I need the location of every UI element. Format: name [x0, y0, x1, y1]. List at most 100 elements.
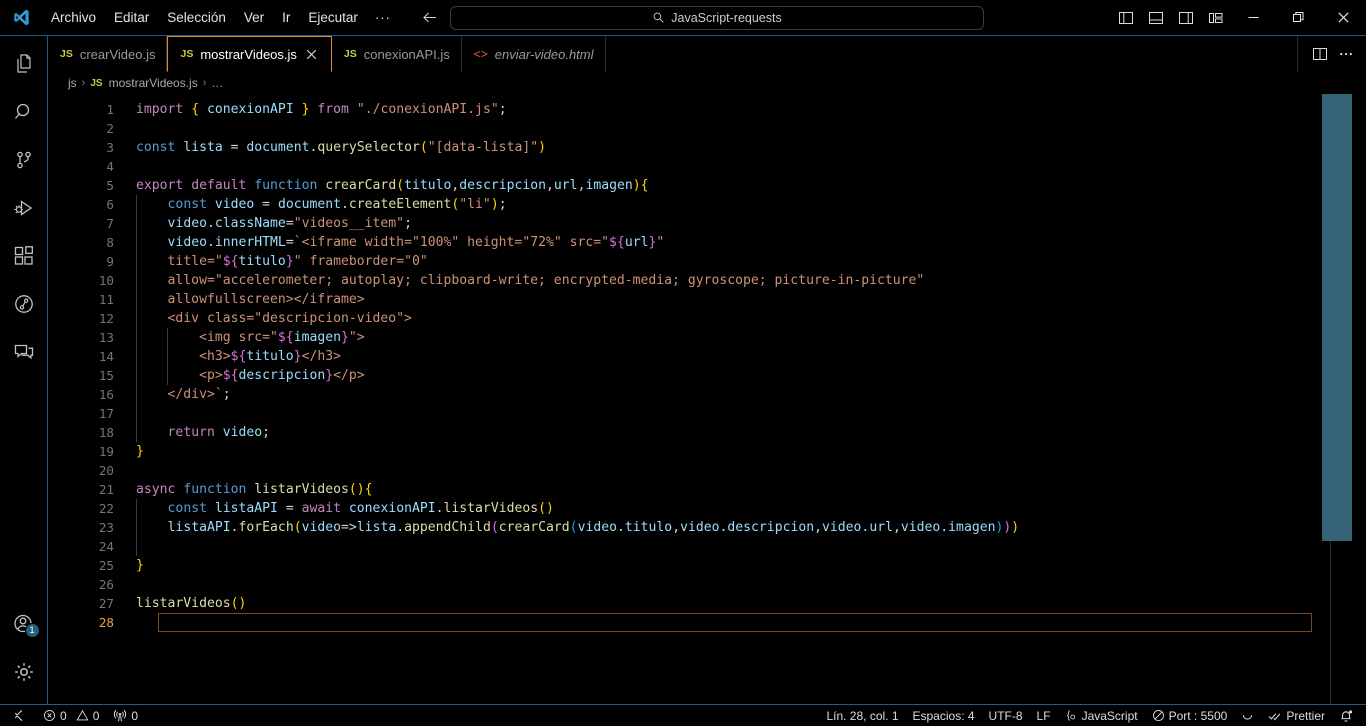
- menu-archivo[interactable]: Archivo: [42, 5, 105, 31]
- code-line[interactable]: 18 return video;: [48, 423, 1322, 442]
- code-line[interactable]: 25}: [48, 556, 1322, 575]
- code-token: =: [222, 140, 247, 155]
- code-line[interactable]: 10 allow="accelerometer; autoplay; clipb…: [48, 271, 1322, 290]
- code-token: .: [396, 520, 405, 535]
- workbench-body: 1 JS crearVideo.js JS mostrarVideos.js J…: [0, 36, 1366, 704]
- sidebar-item-live-share[interactable]: [0, 280, 48, 328]
- code-line[interactable]: 14 <h3>${titulo}</h3>: [48, 347, 1322, 366]
- code-token: ): [490, 197, 499, 212]
- code-line[interactable]: 6 const video = document.createElement("…: [48, 195, 1322, 214]
- sidebar-item-settings[interactable]: [0, 648, 48, 696]
- indent-guide: [136, 271, 137, 290]
- minimap[interactable]: [1322, 94, 1352, 704]
- code-line[interactable]: 17: [48, 404, 1322, 423]
- breadcrumb: js › JS mostrarVideos.js › …: [48, 72, 1366, 94]
- breadcrumb-item-folder[interactable]: js: [68, 76, 77, 90]
- customize-layout-icon[interactable]: [1203, 5, 1229, 31]
- code-line[interactable]: 13 <img src="${imagen}">: [48, 328, 1322, 347]
- code-line[interactable]: 8 video.innerHTML=`<iframe width="100%" …: [48, 233, 1322, 252]
- code-token: ;: [498, 102, 507, 117]
- menu-bar: Archivo Editar Selección Ver Ir Ejecutar…: [42, 0, 399, 35]
- code-token: ${: [222, 368, 239, 383]
- code-line[interactable]: 27 listarVideos(): [48, 594, 1322, 613]
- status-eol[interactable]: LF: [1030, 705, 1058, 726]
- status-encoding[interactable]: UTF-8: [982, 705, 1030, 726]
- code-line[interactable]: 2: [48, 119, 1322, 138]
- activity-bar: 1: [0, 36, 48, 704]
- code-line[interactable]: 28: [48, 613, 1322, 632]
- code-token: video: [301, 520, 342, 535]
- remote-window-indicator[interactable]: [0, 705, 36, 726]
- more-actions-icon[interactable]: [1334, 42, 1358, 66]
- toggle-primary-sidebar-icon[interactable]: [1113, 5, 1139, 31]
- code-token: conexionAPI: [348, 501, 436, 516]
- menu-ir[interactable]: Ir: [273, 5, 299, 31]
- code-line[interactable]: 20: [48, 461, 1322, 480]
- minimize-button[interactable]: [1231, 0, 1276, 35]
- sidebar-item-accounts[interactable]: 1: [0, 600, 48, 648]
- minimap-slider[interactable]: [1322, 94, 1352, 541]
- vertical-scrollbar[interactable]: [1352, 94, 1366, 704]
- status-errors-warnings[interactable]: 0 0: [36, 705, 106, 726]
- restore-button[interactable]: [1276, 0, 1321, 35]
- sidebar-item-search[interactable]: [0, 88, 48, 136]
- code-editor[interactable]: 1 import { conexionAPI } from "./conexion…: [48, 94, 1366, 704]
- close-button[interactable]: [1321, 0, 1366, 35]
- code-line[interactable]: 9 title="${titulo}" frameborder="0": [48, 252, 1322, 271]
- status-live-server-port[interactable]: Port : 5500: [1145, 705, 1235, 726]
- breadcrumb-item-file[interactable]: mostrarVideos.js: [109, 76, 198, 90]
- code-line[interactable]: 3 const lista = document.querySelector("[…: [48, 138, 1322, 157]
- status-notifications[interactable]: [1332, 705, 1360, 726]
- code-line[interactable]: 21 async function listarVideos(){: [48, 480, 1322, 499]
- sidebar-item-explorer[interactable]: [0, 40, 48, 88]
- status-bar: 0 0 0 Lín. 28, col. 1 Espacios: 4 UTF-8 …: [0, 704, 1366, 726]
- status-formatter[interactable]: Prettier: [1261, 705, 1332, 726]
- status-indentation[interactable]: Espacios: 4: [906, 705, 982, 726]
- menu-more-button[interactable]: ···: [367, 5, 399, 31]
- status-cursor-position[interactable]: Lín. 28, col. 1: [819, 705, 905, 726]
- command-center[interactable]: JavaScript-requests: [450, 5, 984, 30]
- code-line[interactable]: 19}: [48, 442, 1322, 461]
- code-line[interactable]: 1 import { conexionAPI } from "./conexion…: [48, 100, 1322, 119]
- status-language-mode[interactable]: JavaScript: [1058, 705, 1145, 726]
- toggle-secondary-sidebar-icon[interactable]: [1173, 5, 1199, 31]
- line-content: [136, 404, 1322, 423]
- tab-crearVideo-js[interactable]: JS crearVideo.js: [48, 36, 168, 72]
- tab-mostrarVideos-js[interactable]: JS mostrarVideos.js: [167, 36, 332, 72]
- back-arrow-icon[interactable]: [417, 5, 443, 31]
- code-line[interactable]: 16 </div>`;: [48, 385, 1322, 404]
- sidebar-item-run-and-debug[interactable]: [0, 184, 48, 232]
- status-ports[interactable]: 0: [106, 705, 145, 726]
- code-scroll-region[interactable]: 1 import { conexionAPI } from "./conexion…: [48, 94, 1322, 704]
- split-editor-right-icon[interactable]: [1308, 42, 1332, 66]
- code-line[interactable]: 23 listaAPI.forEach(video=>lista.appendC…: [48, 518, 1322, 537]
- close-icon[interactable]: [304, 46, 320, 62]
- menu-editar[interactable]: Editar: [105, 5, 158, 31]
- menu-seleccion[interactable]: Selección: [158, 5, 235, 31]
- sidebar-item-extensions[interactable]: [0, 232, 48, 280]
- code-line[interactable]: 15 <p>${descripcion}</p>: [48, 366, 1322, 385]
- code-line[interactable]: 26: [48, 575, 1322, 594]
- toggle-panel-icon[interactable]: [1143, 5, 1169, 31]
- code-line[interactable]: 22 const listaAPI = await conexionAPI.li…: [48, 499, 1322, 518]
- code-token: =: [254, 197, 278, 212]
- code-line[interactable]: 7 video.className="videos__item";: [48, 214, 1322, 233]
- code-line[interactable]: 5 export default function crearCard(titul…: [48, 176, 1322, 195]
- sidebar-item-comments[interactable]: [0, 328, 48, 376]
- code-token: }: [136, 444, 144, 459]
- breadcrumb-item-symbol[interactable]: …: [211, 76, 223, 90]
- code-token: titulo: [404, 178, 452, 193]
- sidebar-item-source-control[interactable]: [0, 136, 48, 184]
- code-line[interactable]: 24: [48, 537, 1322, 556]
- code-line[interactable]: 12 <div class="descripcion-video">: [48, 309, 1322, 328]
- code-line[interactable]: 11 allowfullscreen></iframe>: [48, 290, 1322, 309]
- tab-enviar-video-html[interactable]: <> enviar-video.html: [461, 36, 606, 72]
- tab-conexionAPI-js[interactable]: JS conexionAPI.js: [331, 36, 462, 72]
- code-token: ): [356, 482, 365, 497]
- code-line[interactable]: 4: [48, 157, 1322, 176]
- menu-ejecutar[interactable]: Ejecutar: [299, 5, 367, 31]
- menu-ver[interactable]: Ver: [235, 5, 273, 31]
